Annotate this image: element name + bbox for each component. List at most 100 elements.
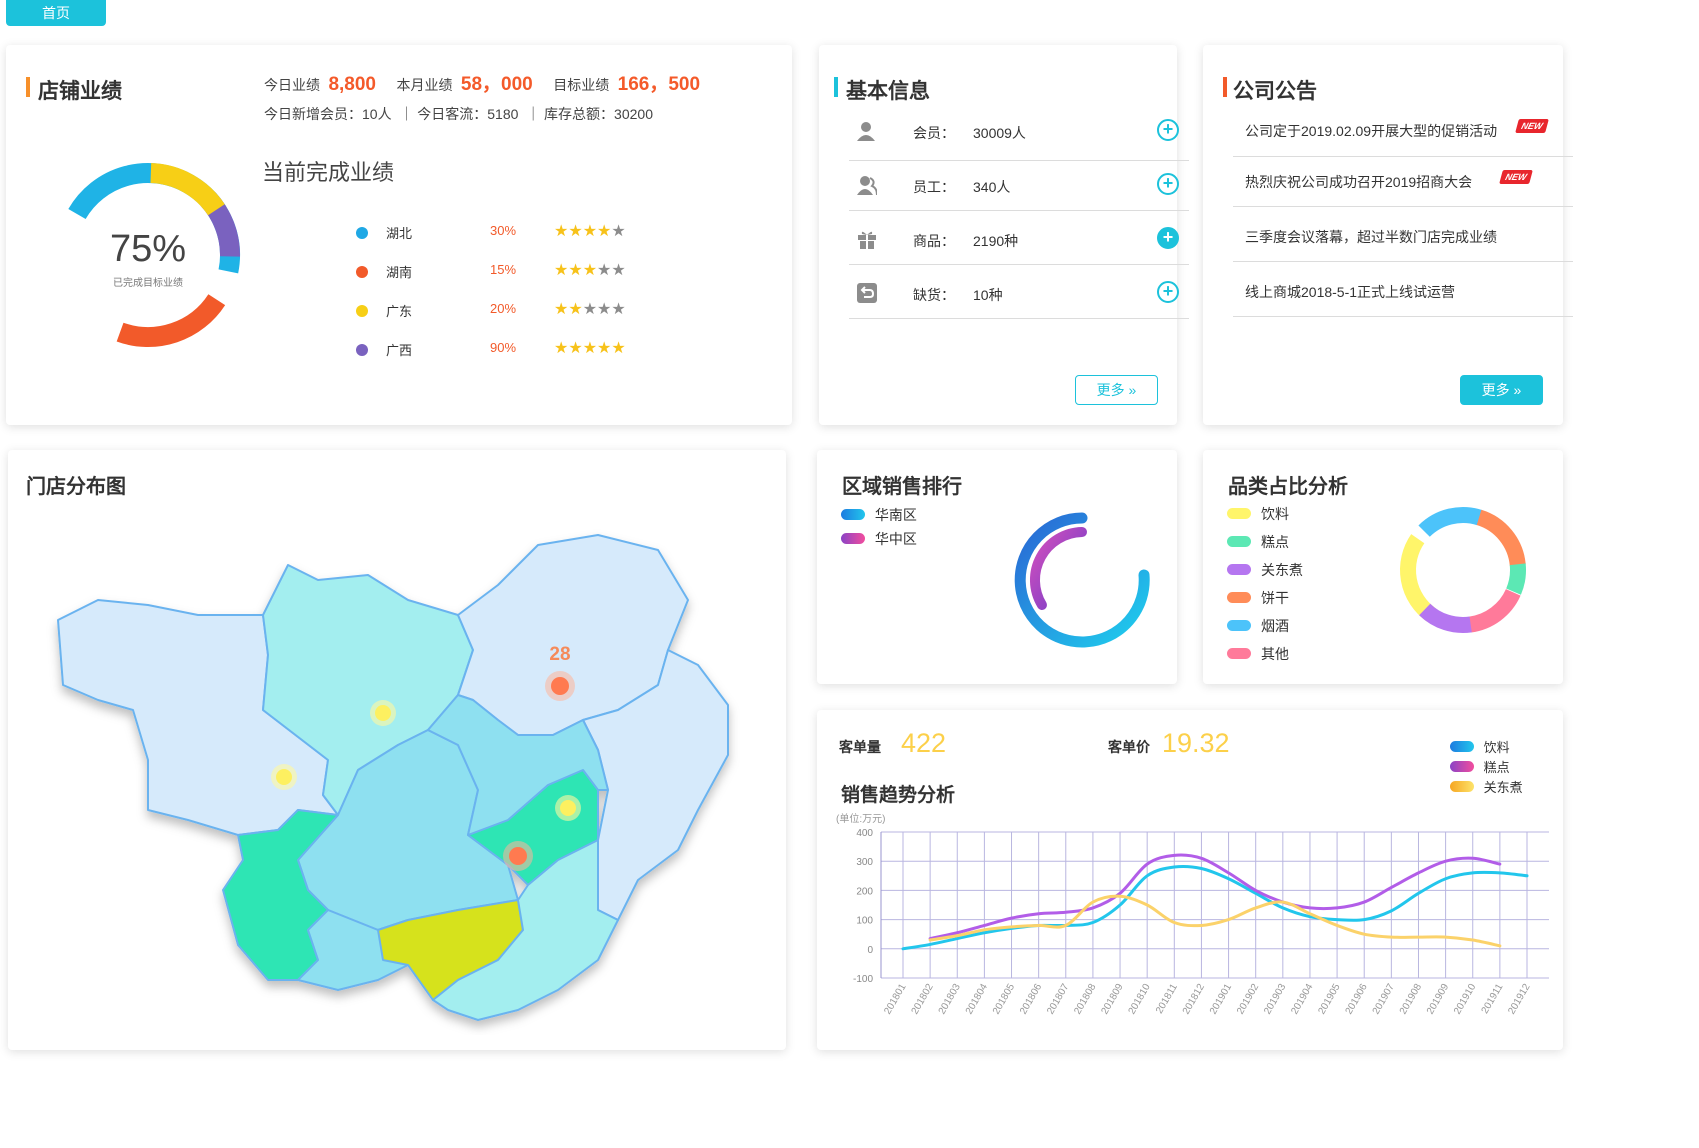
notice-more-button[interactable]: 更多 »	[1460, 375, 1543, 405]
star-icon: ★	[611, 223, 626, 240]
x-tick-label: 201806	[1018, 982, 1044, 1017]
add-icon[interactable]: +	[1157, 173, 1179, 195]
users-icon	[857, 175, 878, 196]
info-row: 商品： 2190种 +	[849, 211, 1189, 265]
x-tick-label: 201809	[1099, 982, 1125, 1017]
map-marker-label: 28	[549, 644, 570, 665]
notice-item[interactable]: 三季度会议落幕，超过半数门店完成业绩	[1233, 207, 1573, 262]
region-row: 湖北 30% ★★★★★	[356, 223, 656, 243]
add-icon[interactable]: +	[1157, 281, 1179, 303]
star-icon: ★	[554, 340, 569, 357]
star-icon: ★	[597, 301, 612, 318]
title-marker	[834, 77, 838, 97]
x-tick-label: 201909	[1425, 982, 1451, 1017]
y-tick-label: 200	[856, 886, 873, 897]
y-tick-label: 300	[856, 857, 873, 868]
map-marker[interactable]	[551, 677, 569, 695]
user-icon	[857, 121, 877, 141]
legend-swatch	[1227, 620, 1251, 631]
sales-trend-card: 客单量 422 客单价 19.32 销售趋势分析 (单位:万元) 饮料 糕点 关…	[817, 710, 1563, 1050]
title-marker	[26, 77, 30, 97]
star-icon: ★	[597, 340, 612, 357]
x-tick-label: 201907	[1371, 982, 1397, 1017]
legend-label: 关东煮	[1483, 780, 1523, 795]
category-legend-item: 饼干	[1227, 588, 1289, 608]
trend-legend-pastry: 糕点	[1450, 757, 1510, 776]
star-icon: ★	[554, 301, 569, 318]
notice-text: 公司定于2019.02.09开展大型的促销活动	[1245, 123, 1498, 139]
notice-item[interactable]: 热烈庆祝公司成功召开2019招商大会 NEW	[1233, 152, 1573, 207]
legend-swatch	[841, 533, 865, 544]
x-tick-label: 201905	[1316, 982, 1342, 1017]
basic-info-card: 基本信息 会员： 30009人 + 员工： 340人 + 商品： 2190种 + 缺货： 10种 + …	[819, 45, 1189, 425]
info-label: 员工：	[913, 179, 955, 195]
map-marker[interactable]	[509, 847, 527, 865]
y-tick-label: 0	[867, 945, 873, 956]
legend-label: 饼干	[1261, 590, 1289, 606]
info-value: 340人	[973, 179, 1011, 195]
legend-label: 华中区	[874, 531, 917, 547]
target-value: 166，500	[617, 74, 701, 95]
today-value: 8,800	[328, 74, 376, 95]
legend-label: 烟酒	[1261, 618, 1289, 634]
basic-info-more-button[interactable]: 更多 »	[1075, 375, 1158, 405]
new-badge: NEW	[1499, 170, 1533, 184]
legend-swatch	[841, 509, 865, 520]
info-row: 会员： 30009人 +	[849, 103, 1189, 161]
x-tick-label: 201808	[1072, 982, 1098, 1017]
tab-home[interactable]: 首页	[6, 0, 106, 26]
stats-line: 今日新增会员：10人 ｜ 今日客流：5180 ｜ 库存总额：30200	[264, 106, 653, 122]
category-legend-item: 烟酒	[1227, 616, 1289, 636]
region-row: 湖南 15% ★★★★★	[356, 262, 656, 282]
region-dot	[356, 305, 368, 317]
region-dot	[356, 344, 368, 356]
x-tick-label: 201902	[1235, 982, 1261, 1017]
store-map-card: 门店分布图 28	[8, 450, 786, 1050]
info-value: 30009人	[973, 125, 1026, 141]
star-icon: ★	[611, 262, 626, 279]
region-rank-rings	[1014, 512, 1150, 648]
star-icon: ★	[582, 223, 598, 240]
order-price-label: 客单价	[1108, 739, 1150, 755]
x-tick-label: 201811	[1154, 982, 1180, 1016]
category-legend-item: 饮料	[1227, 504, 1289, 524]
double-chevron-icon: »	[1124, 382, 1137, 398]
star-icon: ★	[568, 223, 583, 240]
notice-text: 三季度会议落幕，超过半数门店完成业绩	[1245, 229, 1497, 245]
map-marker[interactable]	[560, 800, 576, 816]
legend-swatch	[1450, 781, 1474, 792]
add-icon[interactable]: +	[1157, 119, 1179, 141]
map-marker[interactable]	[276, 769, 292, 785]
map-marker[interactable]	[375, 705, 391, 721]
star-icon: ★	[582, 301, 598, 318]
more-label: 更多	[1096, 382, 1125, 398]
star-icon: ★	[611, 301, 626, 318]
x-tick-label: 201910	[1452, 982, 1478, 1017]
legend-swatch	[1227, 508, 1251, 519]
trend-title: 销售趋势分析	[841, 785, 956, 806]
star-icon: ★	[568, 340, 583, 357]
legend-label: 关东煮	[1261, 562, 1303, 578]
star-icon: ★	[582, 262, 598, 279]
x-tick-label: 201803	[937, 982, 963, 1017]
info-value: 2190种	[973, 233, 1019, 249]
add-icon[interactable]: +	[1157, 227, 1179, 249]
info-label: 商品：	[913, 233, 955, 249]
notice-item[interactable]: 线上商城2018-5-1正式上线试运营	[1233, 262, 1573, 317]
category-legend-item: 糕点	[1227, 532, 1289, 552]
y-tick-label: -100	[853, 974, 873, 985]
x-tick-label: 201901	[1208, 982, 1234, 1017]
x-tick-label: 201804	[964, 982, 990, 1017]
category-donut	[1400, 507, 1526, 633]
notice-item[interactable]: 公司定于2019.02.09开展大型的促销活动 NEW	[1233, 97, 1573, 157]
region-dot	[356, 266, 368, 278]
category-title: 品类占比分析	[1228, 476, 1348, 498]
info-label: 缺货：	[913, 287, 955, 303]
legend-label: 糕点	[1261, 534, 1289, 550]
x-tick-label: 201801	[882, 982, 908, 1017]
store-title: 店铺业绩	[38, 80, 122, 103]
ring-huazhong	[1030, 527, 1087, 610]
category-legend-item: 关东煮	[1227, 560, 1303, 580]
legend-label: 其他	[1261, 646, 1289, 662]
star-icon: ★	[568, 262, 583, 279]
